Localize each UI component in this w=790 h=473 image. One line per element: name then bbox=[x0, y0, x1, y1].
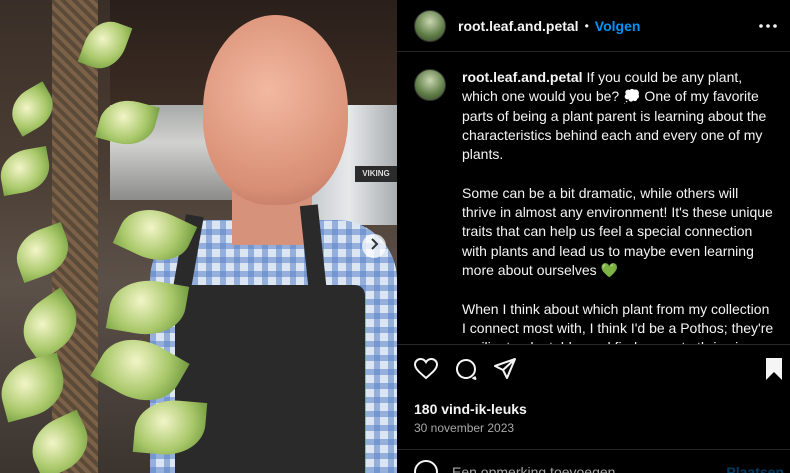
post-image[interactable]: VIKING bbox=[0, 0, 397, 473]
caption-avatar[interactable] bbox=[414, 69, 446, 101]
username-link[interactable]: root.leaf.and.petal bbox=[458, 18, 579, 34]
separator-dot: • bbox=[584, 18, 589, 33]
action-bar bbox=[413, 357, 783, 386]
post-side-panel: root.leaf.and.petal • Volgen root.leaf.a… bbox=[397, 0, 790, 473]
post-header: root.leaf.and.petal • Volgen bbox=[397, 0, 790, 52]
apron bbox=[175, 285, 365, 473]
bookmark-icon bbox=[764, 357, 784, 386]
follow-button[interactable]: Volgen bbox=[595, 18, 641, 34]
carousel-next-button[interactable] bbox=[362, 234, 386, 258]
caption-paragraph-3: When I think about which plant from my c… bbox=[462, 300, 774, 344]
emoji-icon[interactable] bbox=[414, 460, 438, 473]
caption-paragraph-2: Some can be a bit dramatic, while others… bbox=[462, 184, 773, 278]
post-comment-button[interactable]: Plaatsen bbox=[726, 464, 784, 473]
caption-username[interactable]: root.leaf.and.petal bbox=[462, 69, 583, 85]
comment-button[interactable] bbox=[453, 358, 479, 384]
comment-input[interactable]: Een opmerking toevoegen... bbox=[452, 464, 726, 473]
caption-body: root.leaf.and.petal If you could be any … bbox=[462, 68, 774, 344]
heart-icon bbox=[413, 357, 439, 385]
more-options-button[interactable] bbox=[756, 12, 780, 36]
save-button[interactable] bbox=[761, 357, 787, 386]
chevron-right-icon bbox=[369, 237, 379, 255]
more-horizontal-icon bbox=[759, 15, 777, 33]
likes-count[interactable]: 180 vind-ik-leuks bbox=[414, 401, 527, 417]
send-icon bbox=[493, 357, 517, 386]
post-caption: root.leaf.and.petal If you could be any … bbox=[414, 68, 784, 344]
appliance-brand-label: VIKING bbox=[355, 166, 397, 182]
person-head bbox=[203, 15, 348, 205]
section-divider bbox=[397, 344, 790, 345]
plant-leaf bbox=[0, 145, 54, 197]
section-divider bbox=[397, 449, 790, 450]
comment-icon bbox=[454, 357, 478, 386]
share-button[interactable] bbox=[492, 357, 518, 386]
post-date[interactable]: 30 november 2023 bbox=[414, 421, 514, 435]
comment-form: Een opmerking toevoegen... Plaatsen bbox=[414, 460, 784, 473]
like-button[interactable] bbox=[413, 357, 439, 385]
avatar[interactable] bbox=[414, 9, 446, 42]
